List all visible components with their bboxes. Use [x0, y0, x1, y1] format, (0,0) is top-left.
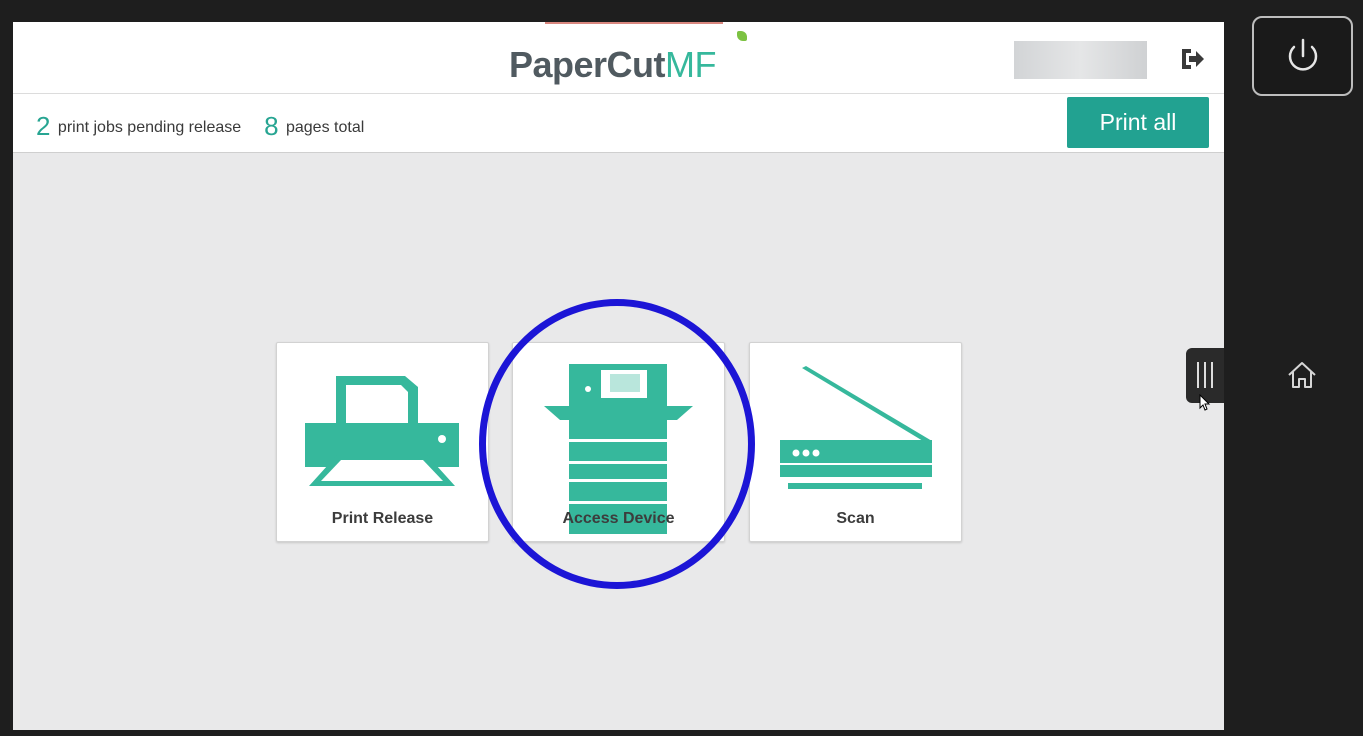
logout-icon[interactable]: [1179, 46, 1205, 72]
print-all-button[interactable]: Print all: [1067, 97, 1209, 148]
tile-label: Access Device: [562, 510, 675, 527]
mouse-cursor-icon: [1199, 394, 1211, 411]
pages-label: pages total: [285, 119, 365, 136]
logo-text-mf: MF: [665, 44, 717, 85]
papercut-logo: PaperCutMF: [509, 44, 717, 86]
tile-label: Print Release: [331, 510, 434, 527]
papercut-screen: PaperCutMF 2 print jobs pending release …: [13, 22, 1224, 730]
power-button[interactable]: [1252, 16, 1353, 96]
user-name-redacted: [1014, 41, 1147, 79]
home-icon[interactable]: [1285, 358, 1319, 392]
pages-count: 8: [264, 111, 279, 141]
tile-scan[interactable]: Scan: [749, 342, 962, 542]
power-icon: [1288, 38, 1318, 71]
jobs-label: print jobs pending release: [57, 119, 242, 136]
top-indicator: [545, 22, 723, 32]
jobs-count: 2: [36, 111, 51, 141]
pending-jobs-summary: 2 print jobs pending release 8 pages tot…: [36, 111, 364, 142]
logo-text-papercut: PaperCut: [509, 44, 666, 85]
tile-label: Scan: [836, 510, 875, 527]
tile-print-release[interactable]: Print Release: [276, 342, 489, 542]
header: PaperCutMF: [13, 22, 1224, 94]
status-bar: 2 print jobs pending release 8 pages tot…: [13, 94, 1224, 153]
tile-access-device[interactable]: Access Device: [512, 342, 725, 542]
logo-leaf-icon: [737, 31, 747, 41]
